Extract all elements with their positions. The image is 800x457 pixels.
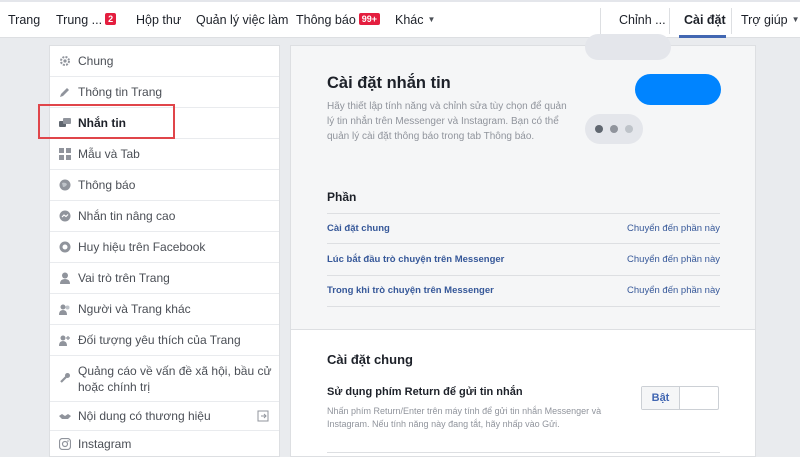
sidebar-item-label: Huy hiệu trên Facebook: [78, 240, 206, 254]
nav-tab-chinh-sua[interactable]: Chỉnh ...: [619, 2, 666, 38]
badge-icon: [59, 241, 71, 253]
pencil-icon: [59, 86, 71, 98]
jump-to-section-link[interactable]: Chuyển đến phần này: [627, 223, 720, 234]
return-key-option-description: Nhấn phím Return/Enter trên máy tính để …: [327, 406, 602, 429]
section-link[interactable]: Lúc bắt đầu trò chuyện trên Messenger: [327, 254, 504, 265]
handshake-icon: [59, 410, 71, 422]
sidebar-item-label: Nội dung có thương hiệu: [78, 409, 211, 423]
typing-dot: [625, 125, 633, 133]
sidebar-item-label: Người và Trang khác: [78, 302, 191, 316]
nav-tab-label: Trang: [8, 13, 41, 27]
nav-tab-quan-ly-viec-lam[interactable]: Quản lý việc làm: [196, 2, 288, 38]
sidebar-item-label: Nhắn tin nâng cao: [78, 209, 176, 223]
typing-dot: [595, 125, 603, 133]
sidebar-item-nhan-tin-nang-cao[interactable]: Nhắn tin nâng cao: [50, 201, 279, 232]
sidebar-item-instagram[interactable]: Instagram: [50, 431, 279, 457]
caret-down-icon: ▼: [427, 15, 436, 24]
sidebar-item-nguoi-va-trang-khac[interactable]: Người và Trang khác: [50, 294, 279, 325]
jump-to-section-link[interactable]: Chuyển đến phần này: [627, 254, 720, 265]
nav-tab-cai-dat[interactable]: Cài đặt: [684, 2, 726, 38]
sections-heading: Phần: [327, 190, 357, 204]
active-tab-indicator: [679, 35, 726, 38]
wrench-icon: [59, 372, 71, 384]
section-link[interactable]: Cài đặt chung: [327, 223, 390, 234]
person-icon: [59, 272, 71, 284]
gear-icon: [59, 55, 71, 67]
nav-divider: [600, 8, 601, 34]
sidebar-item-doi-tuong[interactable]: Đối tượng yêu thích của Trang: [50, 325, 279, 356]
nav-tab-label: Thông báo: [296, 13, 356, 27]
people-icon: [59, 303, 71, 315]
sidebar-item-label: Quảng cáo về vấn đề xã hội, bầu cử hoặc …: [78, 364, 272, 394]
nav-tab-label: Quản lý việc làm: [196, 13, 289, 27]
sidebar-item-mau-va-tab[interactable]: Mẫu và Tab: [50, 139, 279, 170]
nav-tab-hop-thu[interactable]: Hộp thư: [136, 2, 181, 38]
page-title: Cài đặt nhắn tin: [327, 74, 451, 92]
messenger-icon: [59, 210, 71, 222]
sidebar-item-label: Thông tin Trang: [78, 85, 163, 99]
section-row-bat-dau: Lúc bắt đầu trò chuyện trên Messenger Ch…: [327, 245, 720, 276]
sidebar-item-quang-cao-chinh-tri[interactable]: Quảng cáo về vấn đề xã hội, bầu cử hoặc …: [50, 356, 279, 402]
nav-divider: [731, 8, 732, 34]
sidebar-item-thong-bao[interactable]: Thông báo: [50, 170, 279, 201]
sidebar-item-label: Chung: [78, 54, 114, 68]
nav-tab-khac[interactable]: Khác ▼: [395, 2, 435, 38]
nav-tab-trang[interactable]: Trang: [8, 2, 40, 38]
nav-tab-label: Cài đặt: [684, 13, 726, 27]
instagram-icon: [59, 438, 71, 450]
sidebar-item-huy-hieu[interactable]: Huy hiệu trên Facebook: [50, 232, 279, 263]
nav-tab-trung-tam[interactable]: Trung ... 2: [56, 2, 117, 38]
sidebar-item-label: Instagram: [78, 437, 132, 451]
section-link[interactable]: Trong khi trò chuyện trên Messenger: [327, 285, 494, 296]
messaging-settings-panel: Cài đặt nhắn tin Hãy thiết lập tính năng…: [290, 34, 756, 457]
notification-badge: 2: [105, 13, 117, 25]
section-row-cai-dat-chung: Cài đặt chung Chuyển đến phần này: [327, 213, 720, 244]
section-row-trong-khi: Trong khi trò chuyện trên Messenger Chuy…: [327, 276, 720, 307]
sidebar-item-label: Thông báo: [78, 178, 136, 192]
illustration-bubble: [585, 34, 671, 60]
top-navigation-bar: Trang Trung ... 2 Hộp thư Quản lý việc là…: [0, 0, 800, 38]
nav-tab-label: Trung ...: [56, 13, 103, 27]
nav-tab-thong-bao[interactable]: Thông báo 99+: [296, 2, 381, 38]
sidebar-item-label: Mẫu và Tab: [78, 147, 140, 161]
nav-tab-label: Khác: [395, 13, 424, 27]
toggle-on-label: Bật: [642, 387, 680, 409]
highlight-annotation: [38, 104, 175, 139]
return-key-option-title: Sử dụng phím Return để gửi tin nhắn: [327, 386, 523, 398]
nav-divider: [669, 8, 670, 34]
external-link-icon: [257, 410, 269, 422]
sidebar-item-label: Vai trò trên Trang: [78, 271, 170, 285]
sidebar-item-chung[interactable]: Chung: [50, 46, 279, 77]
notification-badge: 99+: [358, 13, 381, 25]
nav-tab-tro-giup[interactable]: Trợ giúp ▼: [741, 2, 800, 38]
nav-tab-label: Hộp thư: [136, 13, 182, 27]
sidebar-item-noi-dung-thuong-hieu[interactable]: Nội dung có thương hiệu: [50, 402, 279, 431]
intro-section: Cài đặt nhắn tin Hãy thiết lập tính năng…: [291, 34, 755, 330]
typing-indicator-illustration: [585, 114, 643, 144]
caret-down-icon: ▼: [791, 15, 800, 24]
return-key-toggle[interactable]: Bật: [641, 386, 719, 410]
illustration-bubble: [635, 74, 721, 105]
people-plus-icon: [59, 334, 71, 346]
grid-icon: [59, 148, 71, 160]
globe-icon: [59, 179, 71, 191]
intro-description: Hãy thiết lập tính năng và chỉnh sửa tùy…: [327, 101, 567, 142]
sidebar-item-vai-tro[interactable]: Vai trò trên Trang: [50, 263, 279, 294]
typing-dot: [610, 125, 618, 133]
nav-tab-label: Trợ giúp: [741, 13, 788, 27]
jump-to-section-link[interactable]: Chuyển đến phần này: [627, 285, 720, 296]
divider: [327, 452, 720, 453]
sidebar-item-label: Đối tượng yêu thích của Trang: [78, 333, 241, 347]
general-settings-title: Cài đặt chung: [327, 352, 413, 367]
nav-tab-label: Chỉnh ...: [619, 13, 666, 27]
